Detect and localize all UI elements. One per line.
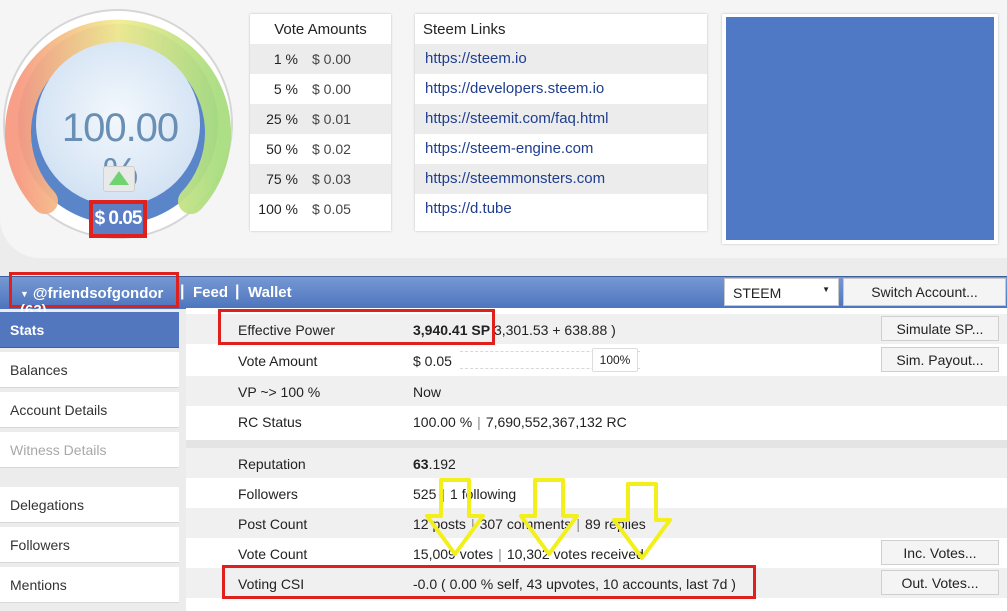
stats-label: Vote Count	[238, 546, 308, 562]
vote-weight-pct[interactable]: 100%	[592, 348, 638, 372]
vote-amount-row: 100 % $ 0.05	[250, 194, 391, 224]
ad-image[interactable]	[726, 17, 994, 240]
vote-up-arrow-icon[interactable]	[103, 166, 135, 192]
steem-links-panel: Steem Links https://steem.io https://deve…	[415, 14, 707, 231]
vote-amount-value: $ 0.05	[413, 353, 452, 369]
switch-account-button[interactable]: Switch Account...	[843, 278, 1006, 306]
steem-links-list: https://steem.io https://developers.steem…	[415, 44, 707, 224]
section-divider	[186, 440, 1007, 448]
steem-link-row: https://d.tube	[415, 194, 707, 224]
rc-amount: 7,690,552,367,132 RC	[485, 414, 627, 430]
vote-amount: $ 0.00	[312, 51, 351, 67]
ad-panel	[722, 14, 998, 244]
vote-amount: $ 0.03	[312, 171, 351, 187]
steem-link-row: https://steem-engine.com	[415, 134, 707, 164]
vote-amount-row: 50 % $ 0.02	[250, 134, 391, 164]
stats-label: RC Status	[238, 414, 302, 430]
currency-select[interactable]: STEEM ▼	[724, 278, 839, 306]
currency-select-value: STEEM	[733, 285, 782, 301]
steem-link[interactable]: https://d.tube	[425, 200, 512, 217]
highlight-box	[222, 565, 756, 599]
stats-value: 63.192	[413, 456, 456, 472]
reputation-dec: .192	[428, 456, 456, 472]
sim-payout-button[interactable]: Sim. Payout...	[881, 347, 999, 372]
annotation-arrow-icon	[612, 482, 672, 560]
vote-amount: $ 0.01	[312, 111, 351, 127]
stats-value: Now	[413, 384, 442, 400]
steem-link[interactable]: https://developers.steem.io	[425, 80, 604, 97]
vote-pct: 100 %	[258, 201, 298, 217]
top-area: 100.00 % $ 0.05 Vote Amounts 1 %$ 0.005 …	[0, 0, 1007, 262]
inc-votes-button[interactable]: Inc. Votes...	[881, 540, 999, 565]
vote-amount: $ 0.00	[312, 81, 351, 97]
steem-link[interactable]: https://steemmonsters.com	[425, 170, 605, 187]
out-votes-button[interactable]: Out. Votes...	[881, 570, 999, 595]
vote-amounts-title: Vote Amounts	[274, 21, 367, 38]
reputation-int: 63	[413, 456, 429, 472]
account-name-link[interactable]: ▼ @friendsofgondor (63)	[9, 272, 179, 319]
vote-pct: 50 %	[266, 141, 298, 157]
sidebar-item-witness-details: Witness Details	[0, 432, 179, 468]
nav-feed-link[interactable]: Feed	[193, 284, 228, 301]
steem-link[interactable]: https://steemit.com/faq.html	[425, 110, 608, 127]
rc-pct: 100.00 %	[413, 414, 473, 430]
sidebar-item-account-details[interactable]: Account Details	[0, 392, 179, 428]
stats-row-followers: Followers 525 | 1 following	[186, 478, 1007, 508]
vote-pct: 1 %	[273, 51, 298, 67]
select-caret-icon: ▼	[822, 285, 830, 294]
sidebar-item-delegations[interactable]: Delegations	[0, 487, 179, 523]
sidebar-item-balances[interactable]: Balances	[0, 352, 179, 388]
stats-row-vote-count: Vote Count 15,009 votes | 10,302 votes rec…	[186, 538, 1007, 568]
sidebar-item-followers[interactable]: Followers	[0, 527, 179, 563]
nav-wallet-link[interactable]: Wallet	[248, 284, 292, 301]
vote-amount-row: 1 % $ 0.00	[250, 44, 391, 74]
stats-label: Reputation	[238, 456, 306, 472]
simulate-sp-button[interactable]: Simulate SP...	[881, 316, 999, 341]
vote-amount: $ 0.05	[312, 201, 351, 217]
steem-links-title: Steem Links	[423, 21, 506, 38]
stats-row-vp: VP ~> 100 % Now	[186, 376, 1007, 406]
annotation-arrow-icon	[519, 478, 579, 556]
stats-label: Post Count	[238, 516, 308, 532]
vote-amount-row: 5 % $ 0.00	[250, 74, 391, 104]
steem-link-row: https://developers.steem.io	[415, 74, 707, 104]
stats-row-post-count: Post Count 12 posts | 307 comments | 89 repl…	[186, 508, 1007, 538]
steem-link[interactable]: https://steem.io	[425, 50, 527, 67]
nav-separator: |	[235, 283, 240, 300]
vote-pct: 5 %	[273, 81, 298, 97]
vote-value-amount: $ 0.05	[89, 200, 147, 238]
stats-label: VP ~> 100 %	[238, 384, 321, 400]
nav-separator: |	[180, 283, 185, 300]
effective-power-detail: 3,301.53 + 638.88 )	[493, 322, 616, 338]
steem-link[interactable]: https://steem-engine.com	[425, 140, 593, 157]
stats-row-rc-status: RC Status 100.00 % | 7,690,552,367,132 RC	[186, 406, 1007, 436]
steem-link-row: https://steemit.com/faq.html	[415, 104, 707, 134]
vote-pct: 25 %	[266, 111, 298, 127]
highlight-box	[218, 309, 495, 345]
stats-row-reputation: Reputation 63.192	[186, 448, 1007, 478]
vote-amounts-list: 1 % $ 0.00 5 % $ 0.00 25 % $ 0.01 50 % $ 0.02 75…	[250, 44, 391, 224]
stats-value: 100.00 % | 7,690,552,367,132 RC	[413, 414, 627, 430]
steem-link-row: https://steemmonsters.com	[415, 164, 707, 194]
sidebar-item-stats[interactable]: Stats	[0, 312, 179, 348]
sidebar: Stats Balances Account Details Witness D…	[0, 308, 180, 611]
voting-power-gauge: 100.00 % $ 0.05	[0, 0, 236, 246]
vote-amount-row: 75 % $ 0.03	[250, 164, 391, 194]
stats-row-vote-amount: Vote Amount $ 0.05 100% Sim. Payout...	[186, 345, 1007, 375]
sidebar-item-mentions[interactable]: Mentions	[0, 567, 179, 603]
vote-amount-row: 25 % $ 0.01	[250, 104, 391, 134]
replies-count: 89	[585, 516, 601, 532]
vote-amount: $ 0.02	[312, 141, 351, 157]
stats-label: Vote Amount	[238, 353, 318, 369]
vote-amounts-panel: Vote Amounts 1 % $ 0.00 5 % $ 0.00 25 % $ 0.0…	[250, 14, 391, 231]
account-chevron-icon: ▼	[20, 289, 29, 299]
vote-pct: 75 %	[266, 171, 298, 187]
value-separator: |	[477, 414, 481, 430]
annotation-arrow-icon	[425, 478, 485, 556]
value-separator: |	[498, 546, 502, 562]
steem-link-row: https://steem.io	[415, 44, 707, 74]
stats-label: Followers	[238, 486, 298, 502]
